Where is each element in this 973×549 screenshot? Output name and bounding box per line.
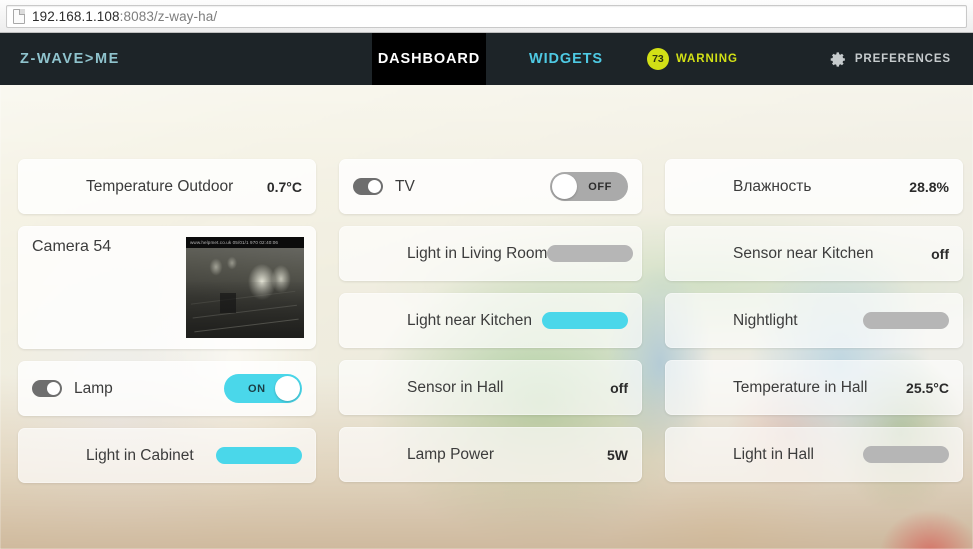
widget-label: Lamp Power: [407, 445, 495, 463]
widget-label: Temperature Outdoor: [86, 177, 234, 195]
url-path: :8083/z-way-ha/: [119, 8, 218, 24]
toggle-icon: [32, 380, 62, 397]
widget-value: 25.5°C: [906, 379, 949, 396]
light-in-living-room-slider[interactable]: [547, 245, 634, 262]
widget-label: Light in Living Room: [407, 244, 548, 262]
widget-label: Light in Cabinet: [86, 446, 194, 464]
widget-label: Temperature in Hall: [733, 378, 868, 396]
url-host: 192.168.1.108: [32, 8, 120, 24]
widget-label: Sensor near Kitchen: [733, 244, 874, 262]
widget-label: Sensor in Hall: [407, 378, 504, 396]
widget-label: Nightlight: [733, 311, 798, 329]
switch-state-label: OFF: [588, 180, 612, 193]
widget-temperature-outdoor[interactable]: Temperature Outdoor 0.7°C: [18, 159, 316, 214]
gear-icon: [830, 51, 847, 68]
widget-tv[interactable]: TV OFF: [339, 159, 642, 214]
widget-light-in-cabinet[interactable]: Light in Cabinet: [18, 428, 316, 483]
light-in-cabinet-slider[interactable]: [216, 447, 302, 464]
widget-value: 5W: [607, 446, 628, 463]
app-window: Z-WAVE>ME DASHBOARD WIDGETS 73 WARNING P…: [0, 33, 973, 549]
light-near-kitchen-slider[interactable]: [542, 312, 628, 329]
widget-light-in-living-room[interactable]: Light in Living Room: [339, 226, 642, 281]
widget-value: 28.8%: [909, 178, 949, 195]
url-text: 192.168.1.108:8083/z-way-ha/: [32, 9, 217, 24]
widget-lamp-power[interactable]: Lamp Power 5W: [339, 427, 642, 482]
widget-humidity[interactable]: Влажность 28.8%: [665, 159, 963, 214]
nightlight-slider[interactable]: [863, 312, 949, 329]
tab-dashboard[interactable]: DASHBOARD: [372, 33, 486, 85]
nav-right-group: 73 WARNING PREFERENCES: [646, 33, 973, 85]
toggle-icon: [353, 178, 383, 195]
widget-camera-54[interactable]: Camera 54 www.helpmet.co.uk 05/01/1 970 …: [18, 226, 316, 349]
widget-sensor-near-kitchen[interactable]: Sensor near Kitchen off: [665, 226, 963, 281]
camera-scene: [186, 237, 304, 338]
warning-count-badge: 73: [646, 48, 669, 70]
light-in-hall-slider[interactable]: [863, 446, 949, 463]
camera-feed-image[interactable]: www.helpmet.co.uk 05/01/1 970 02:40:06: [186, 237, 304, 338]
widget-label: Влажность: [733, 177, 812, 195]
preferences-label: PREFERENCES: [854, 53, 951, 65]
widget-label: Light in Hall: [733, 445, 814, 463]
switch-knob: [275, 376, 300, 401]
widget-lamp[interactable]: Lamp ON: [18, 361, 316, 416]
widget-value: 0.7°C: [266, 178, 302, 195]
widget-sensor-in-hall[interactable]: Sensor in Hall off: [339, 360, 642, 415]
camera-timestamp-overlay: www.helpmet.co.uk 05/01/1 970 02:40:06: [186, 237, 304, 248]
tv-switch[interactable]: OFF: [550, 172, 628, 201]
widget-label: TV: [395, 177, 415, 195]
document-icon: [13, 8, 25, 24]
warning-indicator[interactable]: 73 WARNING: [646, 48, 738, 70]
widget-light-near-kitchen[interactable]: Light near Kitchen: [339, 293, 642, 348]
tab-widgets[interactable]: WIDGETS: [486, 33, 646, 85]
browser-url-bar: 192.168.1.108:8083/z-way-ha/: [0, 0, 973, 33]
switch-knob: [552, 174, 577, 199]
preferences-button[interactable]: PREFERENCES: [830, 51, 951, 68]
widget-light-in-hall[interactable]: Light in Hall: [665, 427, 963, 482]
url-input[interactable]: 192.168.1.108:8083/z-way-ha/: [6, 4, 967, 28]
lamp-switch[interactable]: ON: [224, 374, 302, 403]
widget-nightlight[interactable]: Nightlight: [665, 293, 963, 348]
camera-scene-object: [220, 293, 236, 313]
widget-temperature-in-hall[interactable]: Temperature in Hall 25.5°C: [665, 360, 963, 415]
widget-column-3: Влажность 28.8% Sensor near Kitchen off …: [665, 159, 963, 482]
widget-label: Camera 54: [32, 238, 112, 255]
widget-label: Lamp: [74, 379, 113, 397]
widget-column-1: Temperature Outdoor 0.7°C Camera 54 www.…: [18, 159, 316, 483]
warning-label: WARNING: [675, 53, 738, 65]
top-navigation: Z-WAVE>ME DASHBOARD WIDGETS 73 WARNING P…: [0, 33, 973, 85]
app-logo[interactable]: Z-WAVE>ME: [0, 33, 372, 85]
widget-value: off: [931, 245, 949, 262]
widget-column-2: TV OFF Light in Living Room Light near K…: [339, 159, 642, 482]
widget-label: Light near Kitchen: [407, 311, 532, 329]
widget-value: off: [610, 379, 628, 396]
dashboard-widget-board: Temperature Outdoor 0.7°C Camera 54 www.…: [0, 85, 973, 483]
switch-state-label: ON: [248, 382, 266, 395]
